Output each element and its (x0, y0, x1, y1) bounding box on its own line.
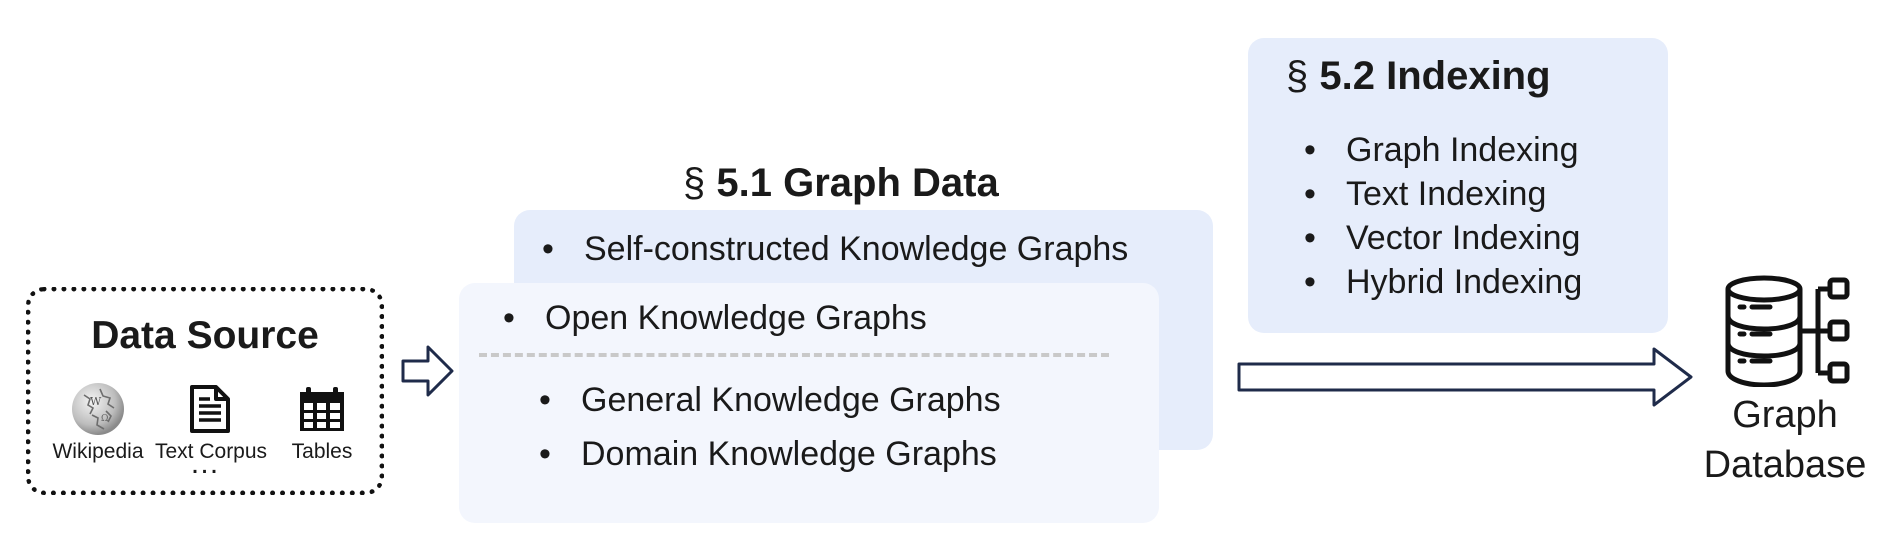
list-item: • Self-constructed Knowledge Graphs (542, 230, 1128, 269)
list-item-label: General Knowledge Graphs (581, 381, 1001, 419)
svg-text:Ω: Ω (101, 414, 108, 424)
indexing-card: § 5.2 Indexing • Graph Indexing • Text Ind… (1248, 38, 1668, 333)
list-item-label: Hybrid Indexing (1346, 263, 1583, 301)
graph-database-label: Graph Database (1670, 390, 1900, 490)
more-sources-ellipsis: … (189, 447, 221, 480)
bullet-dot: • (1304, 263, 1316, 301)
dashed-divider (479, 353, 1109, 357)
section-symbol: § (683, 161, 706, 205)
indexing-list: • Graph Indexing • Text Indexing • Vector I… (1304, 128, 1582, 304)
list-item-label: Domain Knowledge Graphs (581, 435, 997, 473)
graph-data-title: § 5.1 Graph Data (683, 161, 999, 206)
bullet-dot: • (539, 381, 551, 419)
wikipedia-globe-icon: W Ω (43, 380, 153, 438)
list-item-label: Text Indexing (1346, 175, 1547, 213)
open-kg-card: • Open Knowledge Graphs • General Knowledg… (459, 283, 1159, 523)
list-item: • Hybrid Indexing (1304, 260, 1582, 304)
svg-text:W: W (90, 395, 102, 408)
list-item: • Domain Knowledge Graphs (539, 435, 997, 474)
database-graph-icon (1725, 275, 1850, 387)
bullet-dot: • (1304, 219, 1316, 257)
document-icon (155, 380, 265, 438)
graph-database-label-line2: Database (1703, 444, 1867, 486)
list-item: • General Knowledge Graphs (539, 381, 1001, 420)
data-source-box: Data Source W Ω Wikipedia Text Corpus Ta… (26, 287, 384, 495)
indexing-title-text: 5.2 Indexing (1319, 54, 1551, 98)
table-calendar-icon (267, 380, 377, 438)
bullet-dot: • (1304, 131, 1316, 169)
list-item-label: Vector Indexing (1346, 219, 1581, 257)
arrow-source-to-graph-data (401, 345, 454, 397)
graph-database-label-line1: Graph (1732, 394, 1838, 436)
bullet-dot: • (539, 435, 551, 473)
bullet-dot: • (542, 230, 554, 268)
graph-data-title-text: 5.1 Graph Data (716, 161, 999, 205)
list-item: • Open Knowledge Graphs (503, 299, 927, 338)
data-source-title: Data Source (91, 314, 319, 357)
bullet-dot: • (503, 299, 515, 337)
list-item-label: Graph Indexing (1346, 131, 1579, 169)
arrow-graph-data-to-database (1237, 347, 1693, 407)
list-item-label: Open Knowledge Graphs (545, 299, 927, 337)
bullet-dot: • (1304, 175, 1316, 213)
section-symbol: § (1286, 54, 1309, 98)
list-item-label: Self-constructed Knowledge Graphs (584, 230, 1129, 268)
indexing-title: § 5.2 Indexing (1286, 54, 1551, 99)
list-item: • Graph Indexing (1304, 128, 1582, 172)
list-item: • Text Indexing (1304, 172, 1582, 216)
list-item: • Vector Indexing (1304, 216, 1582, 260)
